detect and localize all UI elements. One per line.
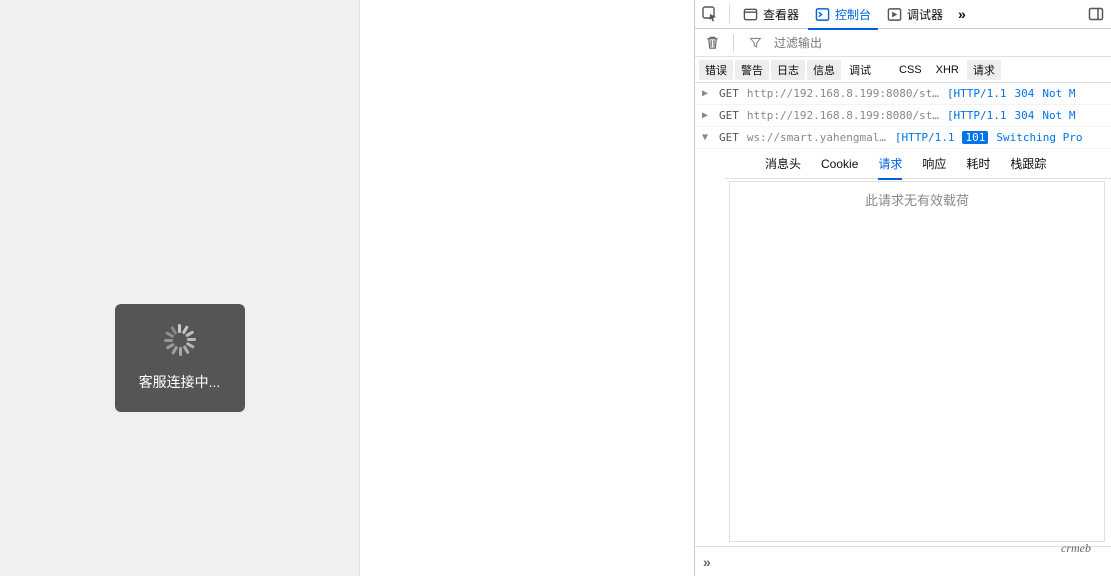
request-url: http://192.168.8.199:8080/st… [747,109,939,122]
request-detail-tabs: 消息头 Cookie 请求 响应 耗时 栈跟踪 [725,149,1111,179]
status-code: 101 [962,131,988,144]
loading-toast: 客服连接中... [115,304,245,412]
cat-xhr[interactable]: XHR [930,62,965,78]
status-text: Switching Pro [996,131,1082,144]
dock-mode-button[interactable] [1083,2,1109,26]
network-list: ▶ GET http://192.168.8.199:8080/st… [HTT… [695,83,1111,149]
spinner-icon [164,324,196,356]
request-method: GET [719,131,739,144]
console-category-bar: 错误 警告 日志 信息 调试 CSS XHR 请求 [695,57,1111,83]
debugger-icon [887,7,902,22]
cat-info[interactable]: 信息 [807,60,841,80]
tab-inspector[interactable]: 查看器 [736,0,806,29]
cat-requests[interactable]: 请求 [967,60,1001,80]
disclosure-icon[interactable]: ▶ [699,110,711,121]
request-proto: [HTTP/1.1 [947,109,1007,122]
dtab-headers[interactable]: 消息头 [765,149,801,179]
cat-css[interactable]: CSS [893,62,928,78]
trash-icon [705,35,720,50]
status-text: Not M [1042,87,1075,100]
tab-debugger[interactable]: 调试器 [880,0,950,29]
watermark: crmeb [1061,541,1091,556]
console-filter-bar [695,29,1111,57]
status-code: 304 [1015,87,1035,100]
clear-console-button[interactable] [701,32,723,54]
request-method: GET [719,87,739,100]
dtab-cookie[interactable]: Cookie [821,149,858,179]
dock-right-icon [1088,6,1104,22]
inspector-icon [743,7,758,22]
status-code: 304 [1015,109,1035,122]
status-text: Not M [1042,109,1075,122]
tab-debugger-label: 调试器 [907,6,943,23]
network-row[interactable]: ▶ GET http://192.168.8.199:8080/st… [HTT… [695,105,1111,127]
tab-console[interactable]: 控制台 [808,0,878,29]
cat-errors[interactable]: 错误 [699,60,733,80]
disclosure-icon[interactable]: ▼ [699,132,711,143]
request-url: ws://smart.yahengmal… [747,131,887,144]
tabs-overflow-button[interactable]: » [952,6,972,22]
dtab-request[interactable]: 请求 [878,149,902,179]
mobile-preview-pane: 客服连接中... [0,0,359,576]
request-method: GET [719,109,739,122]
filter-toggle-button[interactable] [744,32,766,54]
disclosure-icon[interactable]: ▶ [699,88,711,99]
footer-overflow-button[interactable]: » [703,554,711,570]
network-row[interactable]: ▼ GET ws://smart.yahengmal… [HTTP/1.1 10… [695,127,1111,149]
cat-warnings[interactable]: 警告 [735,60,769,80]
request-proto: [HTTP/1.1 [947,87,1007,100]
console-filter-input[interactable] [772,34,1105,52]
request-proto: [HTTP/1.1 [895,131,955,144]
devtools-footer: » [695,546,1111,576]
devtools-panel: 查看器 控制台 调试器 » 错误 警告 日志 信息 调试 CSS [694,0,1111,576]
request-url: http://192.168.8.199:8080/st… [747,87,939,100]
funnel-icon [749,36,762,49]
cat-debug[interactable]: 调试 [843,60,877,80]
console-icon [815,7,830,22]
cat-logs[interactable]: 日志 [771,60,805,80]
dtab-response[interactable]: 响应 [922,149,946,179]
no-payload-text: 此请求无有效载荷 [865,190,969,209]
pick-element-button[interactable] [697,2,723,26]
tab-inspector-label: 查看器 [763,6,799,23]
dtab-timing[interactable]: 耗时 [966,149,990,179]
dtab-stack[interactable]: 栈跟踪 [1010,149,1046,179]
network-row[interactable]: ▶ GET http://192.168.8.199:8080/st… [HTT… [695,83,1111,105]
tab-console-label: 控制台 [835,6,871,23]
content-pane [360,0,694,576]
request-detail-body: 此请求无有效载荷 [729,181,1105,542]
loading-text: 客服连接中... [139,372,221,392]
devtools-toolbar: 查看器 控制台 调试器 » [695,0,1111,29]
